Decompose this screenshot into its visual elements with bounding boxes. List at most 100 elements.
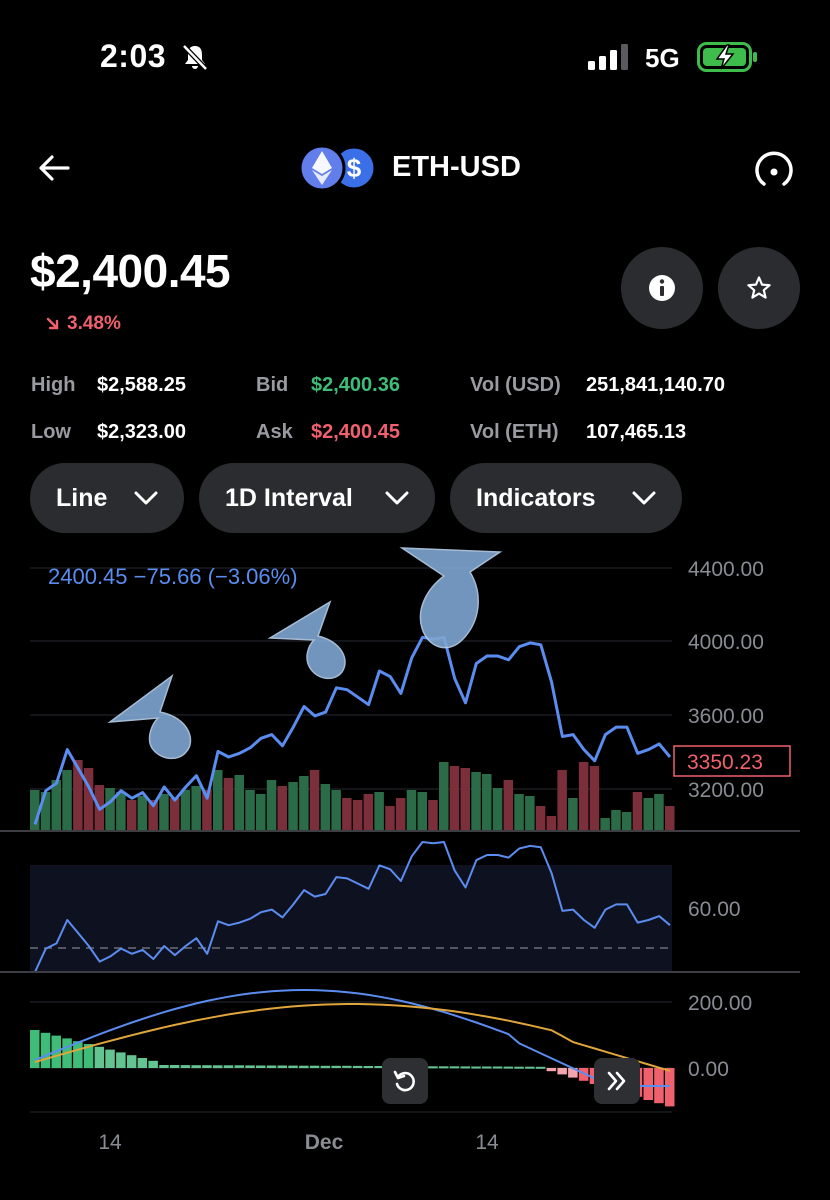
cell-signal-icon xyxy=(588,44,628,70)
rsi-tick-label: 60.00 xyxy=(688,898,741,921)
y-tick-label: 3200.00 xyxy=(688,779,764,802)
info-button[interactable] xyxy=(621,247,703,329)
watchlist-star-button[interactable] xyxy=(718,247,800,329)
vol-usd-label: Vol (USD) xyxy=(470,374,561,396)
network-type: 5G xyxy=(645,43,680,73)
low-label: Low xyxy=(31,421,71,443)
chart-grid xyxy=(30,567,672,1113)
macd-bar xyxy=(492,1066,503,1069)
macd-bar xyxy=(352,1065,363,1068)
chevrons-right-icon xyxy=(607,1071,626,1091)
macd-bar xyxy=(342,1065,352,1068)
back-arrow-icon[interactable] xyxy=(36,150,72,186)
high-value: $2,588.25 xyxy=(97,374,186,396)
macd-bar xyxy=(299,1065,309,1069)
macd-bar xyxy=(503,1066,514,1069)
volume-bar xyxy=(180,790,191,830)
volume-bar xyxy=(159,794,169,830)
volume-bar xyxy=(632,792,643,830)
current-price: $2,400.45 xyxy=(30,245,231,297)
chart-type-dropdown[interactable]: Line xyxy=(30,463,184,533)
macd-bar xyxy=(180,1065,191,1068)
vol-eth-label: Vol (ETH) xyxy=(470,421,559,443)
vol-eth-value: 107,465.13 xyxy=(586,421,687,443)
volume-bar xyxy=(234,775,244,830)
macd-bar xyxy=(223,1065,234,1068)
macd-bar xyxy=(277,1065,287,1068)
macd-bar xyxy=(256,1065,266,1068)
macd-bar xyxy=(245,1065,255,1068)
macd-tick-label: 200.00 xyxy=(688,992,752,1015)
macd-bar xyxy=(449,1066,460,1069)
indicators-dropdown[interactable]: Indicators xyxy=(450,463,682,533)
volume-bar xyxy=(245,790,255,830)
price-alert-gauge-icon[interactable] xyxy=(752,148,796,192)
volume-bar xyxy=(643,798,653,830)
volume-bar xyxy=(83,768,94,830)
macd-bar xyxy=(665,1068,675,1107)
macd-bar xyxy=(94,1046,105,1068)
macd-bar xyxy=(159,1065,169,1068)
volume-bar xyxy=(223,778,234,830)
volume-bar xyxy=(288,782,298,830)
reset-zoom-button[interactable] xyxy=(382,1058,428,1104)
volume-bar xyxy=(299,776,309,830)
volume-bar xyxy=(126,800,137,830)
volume-bar xyxy=(395,798,406,830)
volume-bar xyxy=(385,806,395,830)
volume-bar xyxy=(665,806,675,830)
volume-bar xyxy=(492,788,503,830)
price-change-percent: 3.48% xyxy=(67,313,121,334)
macd-bar xyxy=(191,1065,201,1069)
volume-bar xyxy=(137,796,148,830)
info-icon xyxy=(649,275,675,301)
status-time: 2:03 xyxy=(100,38,167,74)
eth-usd-pair-icon: $ xyxy=(298,144,377,192)
volume-bar xyxy=(309,770,320,830)
volume-bar xyxy=(439,762,449,830)
jump-to-latest-button[interactable] xyxy=(594,1058,640,1104)
bell-muted-icon xyxy=(182,44,208,71)
interval-dropdown[interactable]: 1D Interval xyxy=(199,463,435,533)
macd-bar xyxy=(30,1030,40,1068)
chevron-down-icon xyxy=(385,491,409,505)
volume-bar xyxy=(600,818,610,830)
macd-bar xyxy=(546,1068,557,1072)
macd-bar xyxy=(471,1066,481,1069)
volume-bar xyxy=(589,766,600,830)
x-tick-label: 14 xyxy=(475,1131,499,1154)
chart-type-label: Line xyxy=(56,483,108,512)
battery-charging-icon xyxy=(697,42,757,72)
price-line xyxy=(33,635,672,825)
macd-bar xyxy=(514,1066,524,1069)
macd-bar xyxy=(482,1066,492,1069)
high-label: High xyxy=(31,374,76,396)
ask-label: Ask xyxy=(256,421,293,443)
interval-label: 1D Interval xyxy=(225,483,353,512)
volume-bar xyxy=(568,798,578,830)
volume-bar xyxy=(525,796,535,830)
volume-bar xyxy=(654,794,664,830)
volume-bar xyxy=(320,784,331,830)
macd-bar xyxy=(202,1065,212,1068)
volume-bar xyxy=(460,768,470,830)
macd-bar xyxy=(557,1068,567,1075)
macd-bar xyxy=(428,1066,438,1069)
low-value: $2,323.00 xyxy=(97,421,186,443)
volume-bar xyxy=(546,816,557,830)
volume-bar xyxy=(116,792,126,830)
volume-bar xyxy=(417,792,427,830)
volume-bar xyxy=(611,810,621,830)
volume-bar xyxy=(449,766,460,830)
macd-bar xyxy=(331,1065,341,1068)
volume-bar xyxy=(342,798,352,830)
volume-bar xyxy=(191,786,201,830)
volume-bar xyxy=(169,798,180,830)
macd-bar xyxy=(40,1032,51,1068)
chevron-down-icon xyxy=(134,491,158,505)
macd-bar xyxy=(460,1066,470,1069)
macd-bar xyxy=(439,1066,449,1069)
volume-bar xyxy=(105,788,115,830)
indicators-label: Indicators xyxy=(476,483,596,512)
volume-bar xyxy=(331,790,341,830)
